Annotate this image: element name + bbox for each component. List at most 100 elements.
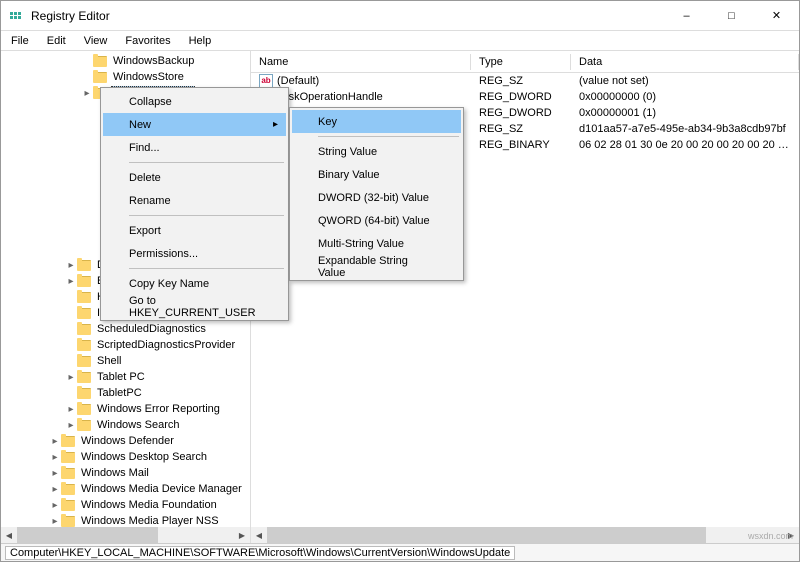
close-button[interactable]: ✕ xyxy=(754,1,799,30)
minimize-button[interactable]: – xyxy=(664,1,709,30)
tree-item[interactable]: ▸Shell xyxy=(1,353,250,369)
folder-icon xyxy=(77,372,91,383)
window-controls: – □ ✕ xyxy=(664,1,799,30)
tree-item-label: TabletPC xyxy=(95,387,144,399)
menu-item[interactable]: Find... xyxy=(103,136,286,159)
folder-icon xyxy=(77,292,91,303)
context-menu[interactable]: CollapseNewFind... DeleteRename ExportPerm… xyxy=(100,87,289,321)
menu-item[interactable]: Export xyxy=(103,219,286,242)
menu-item[interactable]: Rename xyxy=(103,189,286,212)
menu-item[interactable]: Go to HKEY_CURRENT_USER xyxy=(103,295,286,318)
scroll-left-button[interactable]: ◀ xyxy=(251,527,267,543)
tree-item-label: Tablet PC xyxy=(95,371,147,383)
tree-item[interactable]: ▸ScheduledDiagnostics xyxy=(1,321,250,337)
expander-icon[interactable]: ▸ xyxy=(65,259,77,271)
value-type: REG_SZ xyxy=(471,75,571,87)
menu-item[interactable]: Delete xyxy=(103,166,286,189)
tree-item[interactable]: ▸WindowsBackup xyxy=(1,53,250,69)
tree-item-label: ScriptedDiagnosticsProvider xyxy=(95,339,237,351)
menu-file[interactable]: File xyxy=(3,33,37,49)
tree-item[interactable]: ▸ Windows Media Device Manager xyxy=(1,481,250,497)
menu-item[interactable]: DWORD (32-bit) Value xyxy=(292,186,461,209)
list-header[interactable]: Name Type Data xyxy=(251,51,799,73)
folder-icon xyxy=(61,484,75,495)
expander-icon[interactable]: ▸ xyxy=(49,451,61,463)
value-data: 06 02 28 01 30 0e 20 00 20 00 20 00 20 0… xyxy=(571,139,799,151)
list-row[interactable]: 01TaskOperationHandleREG_DWORD0x00000000… xyxy=(251,89,799,105)
statusbar: Computer\HKEY_LOCAL_MACHINE\SOFTWARE\Mic… xyxy=(1,543,799,561)
app-icon xyxy=(9,8,25,24)
tree-item-label: Windows Mail xyxy=(79,467,151,479)
col-header-type[interactable]: Type xyxy=(471,54,571,70)
value-type: REG_SZ xyxy=(471,123,571,135)
menu-item[interactable]: Binary Value xyxy=(292,163,461,186)
folder-icon xyxy=(93,56,107,67)
value-type: REG_DWORD xyxy=(471,107,571,119)
expander-icon[interactable]: ▸ xyxy=(65,419,77,431)
menu-item[interactable]: QWORD (64-bit) Value xyxy=(292,209,461,232)
menu-help[interactable]: Help xyxy=(181,33,220,49)
menu-favorites[interactable]: Favorites xyxy=(117,33,178,49)
tree-item[interactable]: ▸ Windows Mail xyxy=(1,465,250,481)
folder-icon xyxy=(61,452,75,463)
menu-item[interactable]: Multi-String Value xyxy=(292,232,461,255)
menu-item[interactable]: Key xyxy=(292,110,461,133)
folder-icon xyxy=(77,276,91,287)
context-submenu-new[interactable]: Key String ValueBinary ValueDWORD (32-bit… xyxy=(289,107,464,281)
value-name: TaskOperationHandle xyxy=(277,91,383,103)
expander-icon[interactable]: ▸ xyxy=(49,515,61,527)
tree-item-label: Windows Desktop Search xyxy=(79,451,209,463)
col-header-data[interactable]: Data xyxy=(571,54,799,70)
folder-icon xyxy=(77,388,91,399)
tree-item[interactable]: ▸WindowsStore xyxy=(1,69,250,85)
expander-icon[interactable]: ▸ xyxy=(65,275,77,287)
tree-scrollbar-h[interactable]: ◀ ▶ xyxy=(1,527,250,543)
tree-item[interactable]: ▸ Windows Search xyxy=(1,417,250,433)
value-data: 0x00000001 (1) xyxy=(571,107,799,119)
menu-item[interactable]: Copy Key Name xyxy=(103,272,286,295)
titlebar: Registry Editor – □ ✕ xyxy=(1,1,799,31)
folder-icon xyxy=(61,516,75,527)
expander-icon[interactable]: ▸ xyxy=(49,483,61,495)
expander-icon[interactable]: ▸ xyxy=(81,87,93,99)
scroll-left-button[interactable]: ◀ xyxy=(1,527,17,543)
maximize-button[interactable]: □ xyxy=(709,1,754,30)
tree-item[interactable]: ▸ Windows Desktop Search xyxy=(1,449,250,465)
menu-item[interactable]: New xyxy=(103,113,286,136)
menu-item[interactable]: Permissions... xyxy=(103,242,286,265)
list-scrollbar-h[interactable]: ◀ ▶ xyxy=(251,527,799,543)
value-data: d101aa57-a7e5-495e-ab34-9b3a8cdb97bf xyxy=(571,123,799,135)
menu-item[interactable]: String Value xyxy=(292,140,461,163)
menu-item[interactable]: Expandable String Value xyxy=(292,255,461,278)
scroll-right-button[interactable]: ▶ xyxy=(234,527,250,543)
value-type: REG_BINARY xyxy=(471,139,571,151)
expander-icon[interactable]: ▸ xyxy=(65,371,77,383)
expander-icon[interactable]: ▸ xyxy=(65,403,77,415)
value-data: (value not set) xyxy=(571,75,799,87)
folder-icon xyxy=(77,356,91,367)
tree-item[interactable]: ▸ Windows Defender xyxy=(1,433,250,449)
col-header-name[interactable]: Name xyxy=(251,54,471,70)
tree-item[interactable]: ▸ScriptedDiagnosticsProvider xyxy=(1,337,250,353)
tree-item[interactable]: ▸TabletPC xyxy=(1,385,250,401)
tree-item[interactable]: ▸Windows Media Foundation xyxy=(1,497,250,513)
tree-item-label: Windows Media Device Manager xyxy=(79,483,244,495)
menu-item[interactable]: Collapse xyxy=(103,90,286,113)
list-row[interactable]: ab(Default)REG_SZ(value not set) xyxy=(251,73,799,89)
menu-view[interactable]: View xyxy=(76,33,116,49)
tree-item-label: WindowsBackup xyxy=(111,55,196,67)
folder-icon xyxy=(77,420,91,431)
tree-item[interactable]: ▸Windows Error Reporting xyxy=(1,401,250,417)
expander-icon[interactable]: ▸ xyxy=(49,499,61,511)
tree-item-label: Windows Search xyxy=(95,419,182,431)
value-data: 0x00000000 (0) xyxy=(571,91,799,103)
tree-item[interactable]: ▸ Tablet PC xyxy=(1,369,250,385)
folder-icon xyxy=(77,404,91,415)
menubar: File Edit View Favorites Help xyxy=(1,31,799,51)
expander-icon[interactable]: ▸ xyxy=(49,467,61,479)
tree-item-label: Windows Defender xyxy=(79,435,176,447)
string-value-icon: ab xyxy=(259,74,273,88)
folder-icon xyxy=(77,324,91,335)
expander-icon[interactable]: ▸ xyxy=(49,435,61,447)
menu-edit[interactable]: Edit xyxy=(39,33,74,49)
